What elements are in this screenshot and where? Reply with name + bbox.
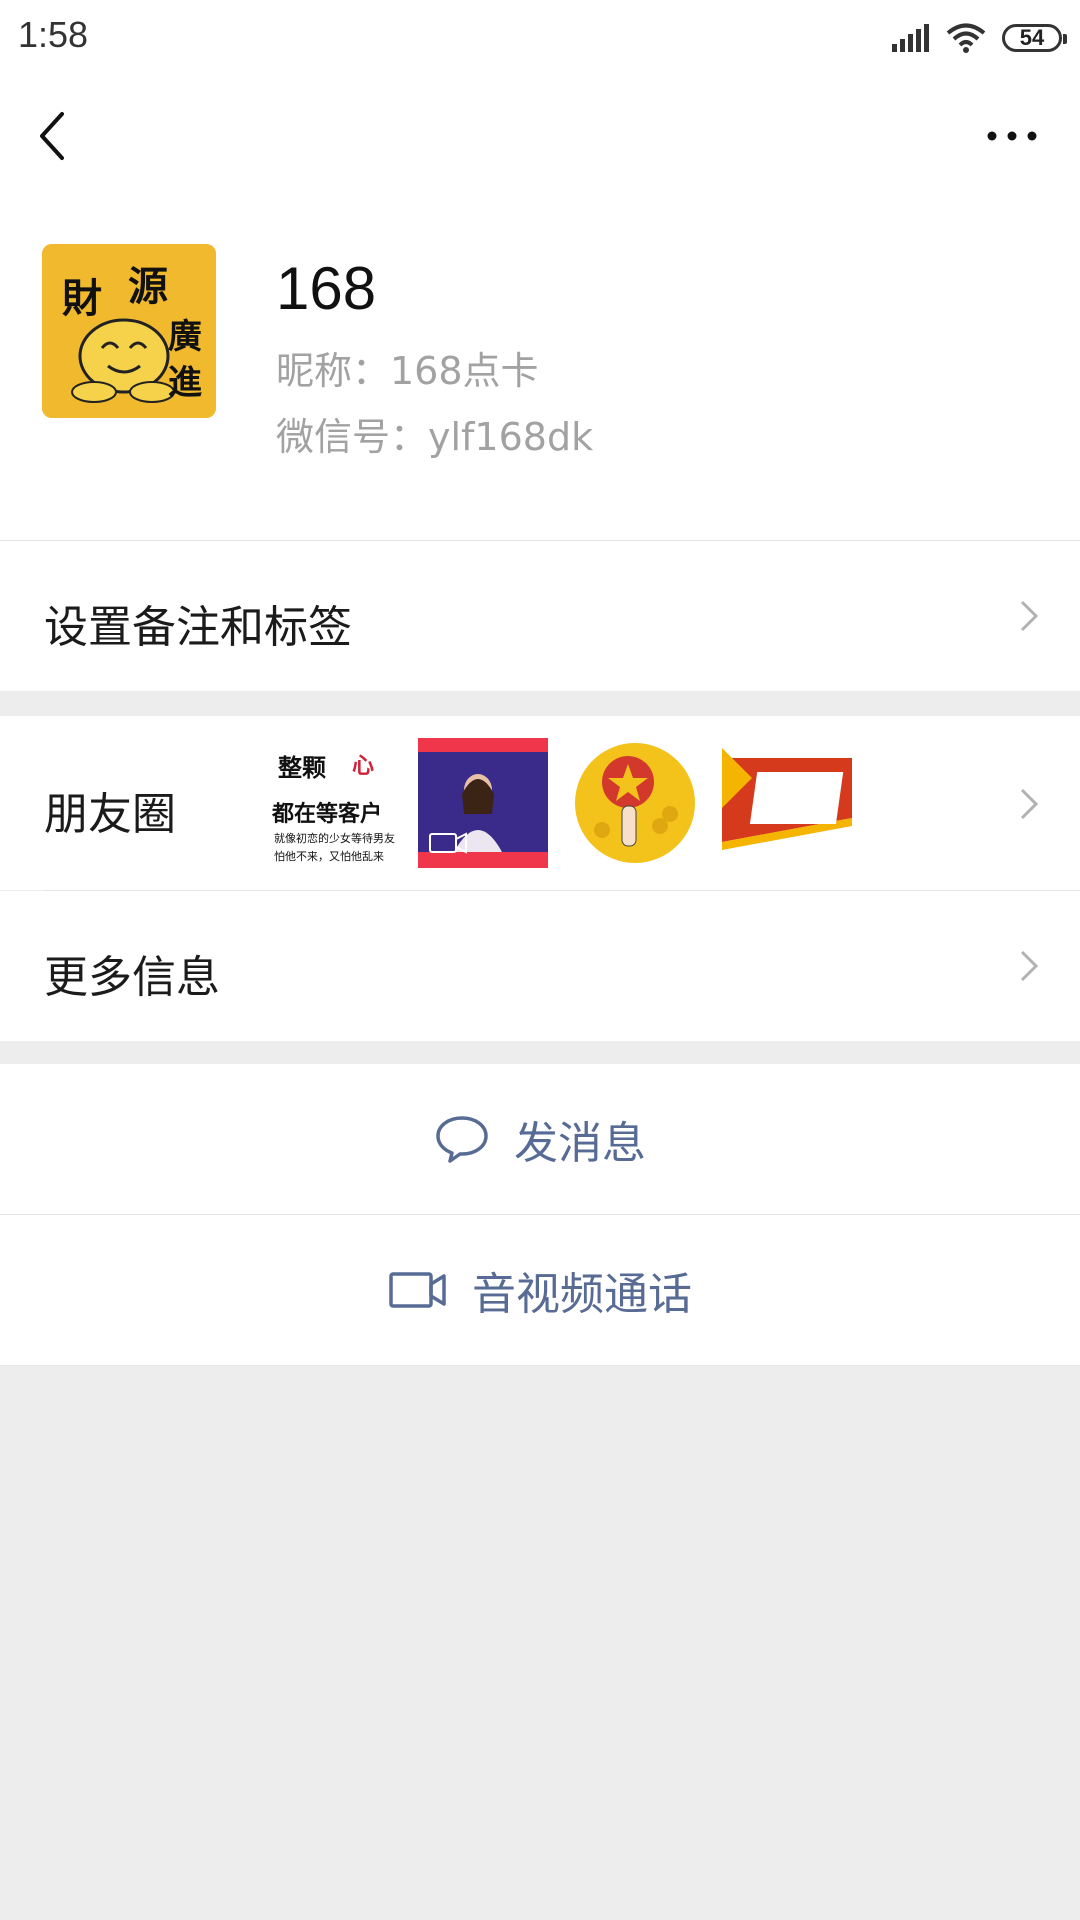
thumb-text: 就像初恋的少女等待男友: [274, 832, 395, 845]
video-call-label: 音视频通话: [472, 1269, 692, 1320]
avatar-char-3: 廣: [168, 317, 202, 357]
wifi-icon: [946, 23, 986, 53]
status-icons: 54: [890, 18, 1067, 58]
chevron-right-icon: [1020, 600, 1039, 632]
thumb-text: 都在等客户: [272, 802, 383, 827]
moments-row[interactable]: 朋友圈 整颗 心 都在等客户 就像初恋的少女等待男友 怕他不来，又怕他乱来: [0, 716, 1080, 890]
signal-icon: [892, 24, 929, 52]
avatar-image: 財 源 廣 進: [42, 244, 216, 418]
battery-icon: 54: [1002, 24, 1067, 52]
moments-thumbnail: [570, 738, 700, 868]
moments-thumbnail: 整颗 心 都在等客户 就像初恋的少女等待男友 怕他不来，又怕他乱来: [266, 738, 396, 868]
thumb-text: 整颗: [278, 754, 326, 782]
back-chevron-icon[interactable]: [30, 108, 74, 164]
remark-and-tags-label: 设置备注和标签: [44, 602, 352, 653]
status-time: 1:58: [18, 14, 89, 55]
status-bar: 1:58 54: [0, 0, 1080, 74]
profile-wechat-id: 微信号：ylf168dk: [276, 415, 594, 459]
divider: [0, 1365, 1080, 1366]
chevron-right-icon: [1020, 950, 1039, 982]
more-info-row[interactable]: 更多信息: [0, 891, 1080, 1041]
contact-profile-screen: 1:58 54 財 源 廣 進 168 昵称：168点卡 微信号：ylf168d…: [0, 0, 1080, 1920]
chevron-right-icon: [1020, 788, 1039, 820]
moments-label: 朋友圈: [44, 789, 176, 840]
chat-bubble-icon: [436, 1116, 488, 1163]
profile-nickname: 昵称：168点卡: [276, 349, 539, 393]
moments-thumbnail: [722, 738, 852, 868]
avatar-char-1: 財: [62, 276, 102, 322]
avatar-char-4: 進: [168, 363, 202, 403]
moments-thumbnails: 整颗 心 都在等客户 就像初恋的少女等待男友 怕他不来，又怕他乱来: [266, 738, 874, 868]
battery-level: 54: [1019, 25, 1045, 50]
thumb-text: 心: [352, 754, 375, 779]
avatar-char-2: 源: [128, 264, 168, 310]
video-camera-icon: [389, 1272, 446, 1308]
avatar[interactable]: 財 源 廣 進: [42, 244, 216, 418]
video-call-button[interactable]: 音视频通话: [0, 1215, 1080, 1365]
remark-and-tags-row[interactable]: 设置备注和标签: [0, 541, 1080, 691]
profile-name: 168: [276, 255, 377, 322]
send-message-button[interactable]: 发消息: [0, 1064, 1080, 1214]
ellipsis-icon[interactable]: [984, 124, 1040, 148]
more-info-label: 更多信息: [44, 952, 220, 1003]
moments-thumbnail-video: [418, 738, 548, 868]
send-message-label: 发消息: [514, 1118, 646, 1169]
thumb-text: 怕他不来，又怕他乱来: [274, 850, 384, 863]
